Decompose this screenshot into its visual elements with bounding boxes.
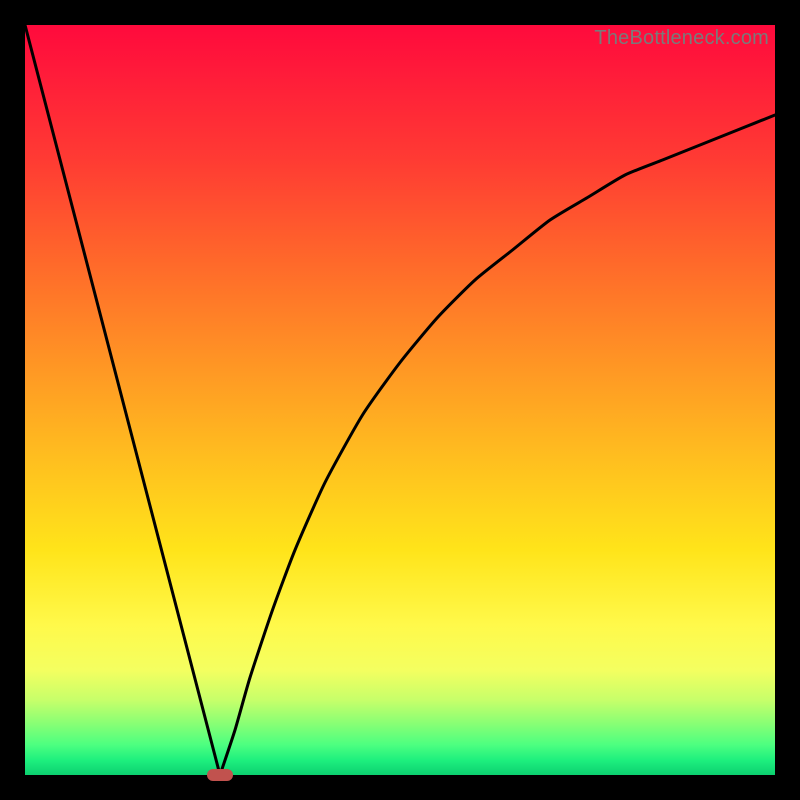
curve-path: [25, 25, 775, 775]
plot-area: TheBottleneck.com: [25, 25, 775, 775]
bottleneck-curve: [25, 25, 775, 775]
minimum-marker: [207, 769, 233, 781]
chart-frame: TheBottleneck.com: [0, 0, 800, 800]
